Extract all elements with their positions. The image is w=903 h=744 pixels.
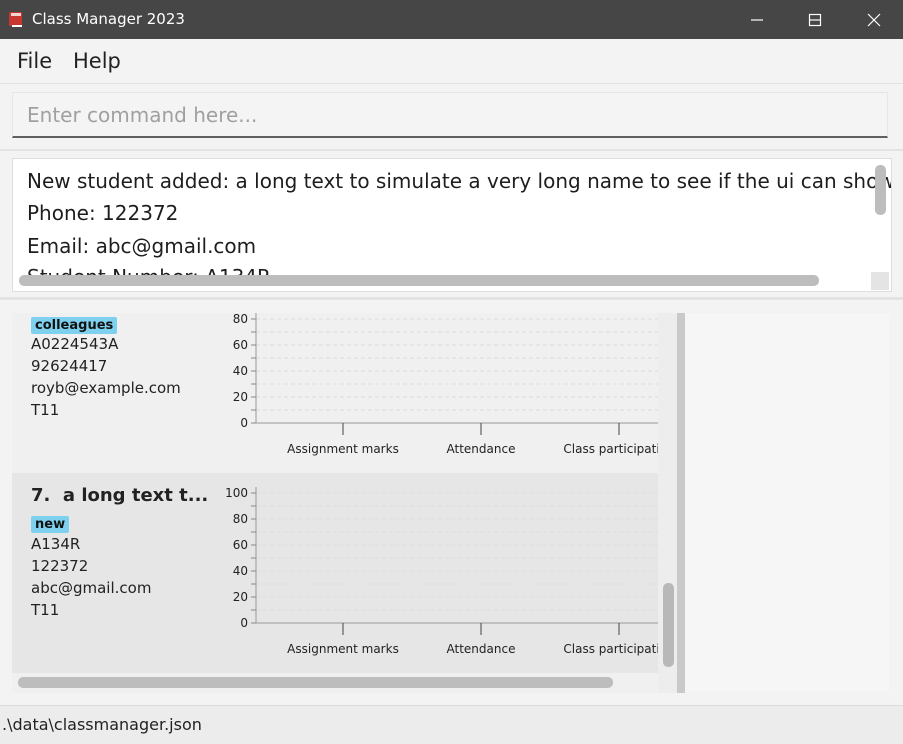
minimize-icon	[751, 18, 763, 21]
student-email: abc@gmail.com	[31, 579, 152, 597]
student-number: A0224543A	[31, 335, 119, 353]
result-line-phone: Phone: 122372	[27, 201, 179, 225]
student-name-text: a long text t...	[62, 485, 209, 506]
detail-panel	[685, 313, 889, 691]
y-tick-label: 60	[233, 538, 248, 552]
student-tag: new	[31, 513, 70, 533]
divider	[0, 297, 903, 300]
list-horizontal-scrollbar[interactable]	[18, 677, 613, 688]
list-vertical-scrollbar[interactable]	[663, 583, 674, 667]
student-list[interactable]: colleagues A0224543A 92624417 royb@examp…	[12, 313, 658, 693]
student-name: 7. a long text t...	[31, 485, 208, 506]
student-index: 7.	[31, 485, 51, 506]
student-tag: colleagues	[31, 314, 118, 334]
student-class: T11	[31, 601, 60, 619]
student-card-selected[interactable]: 7. a long text t... new A134R 122372 abc…	[12, 473, 658, 673]
minimize-button-area[interactable]	[728, 0, 786, 39]
result-line-email: Email: abc@gmail.com	[27, 234, 257, 258]
y-tick-label: 40	[233, 364, 248, 378]
list-scroll-border	[677, 313, 685, 693]
y-tick-label: 100	[225, 486, 248, 500]
close-button[interactable]	[845, 0, 903, 39]
x-tick-label: Attendance	[447, 442, 516, 456]
save-location: .\data\classmanager.json	[2, 715, 202, 734]
maximize-button[interactable]	[786, 0, 844, 39]
result-vertical-scrollbar[interactable]	[875, 165, 886, 215]
scroll-corner	[871, 272, 889, 290]
menu-bar	[0, 39, 903, 83]
student-phone: 92624417	[31, 357, 108, 375]
menu-help[interactable]: Help	[73, 49, 121, 73]
y-tick-label: 0	[240, 616, 248, 630]
x-tick-label: Attendance	[447, 642, 516, 656]
x-tick-label: Assignment marks	[287, 442, 399, 456]
student-card[interactable]: colleagues A0224543A 92624417 royb@examp…	[12, 313, 658, 473]
tag-label: colleagues	[31, 317, 118, 334]
y-tick-label: 40	[233, 564, 248, 578]
app-icon	[9, 12, 22, 27]
y-tick-label: 20	[233, 390, 248, 404]
maximize-icon	[808, 13, 822, 26]
command-input[interactable]	[12, 92, 888, 138]
close-icon	[867, 13, 881, 26]
result-horizontal-scrollbar[interactable]	[19, 275, 819, 286]
x-tick-label: Class participation	[563, 442, 658, 456]
student-phone: 122372	[31, 557, 89, 575]
student-number: A134R	[31, 535, 81, 553]
result-line-message: New student added: a long text to simula…	[27, 169, 892, 193]
grades-chart: 0 20 40 60 80 Assignment marks Attendance Class…	[233, 313, 658, 456]
menu-file[interactable]: File	[17, 49, 52, 73]
x-tick-label: Assignment marks	[287, 642, 399, 656]
result-display[interactable]: New student added: a long text to simula…	[12, 158, 892, 292]
y-tick-label: 0	[240, 416, 248, 430]
window-title: Class Manager 2023	[32, 10, 185, 28]
student-class: T11	[31, 401, 60, 419]
x-tick-label: Class participation	[563, 642, 658, 656]
y-tick-label: 80	[233, 512, 248, 526]
y-tick-label: 80	[233, 313, 248, 326]
y-tick-label: 20	[233, 590, 248, 604]
grades-chart: 0 20 40 60 80 100 Assignment marks Attendance Cl…	[225, 486, 658, 656]
tag-label: new	[31, 516, 70, 533]
student-email: royb@example.com	[31, 379, 181, 397]
y-tick-label: 60	[233, 338, 248, 352]
divider	[0, 149, 903, 151]
